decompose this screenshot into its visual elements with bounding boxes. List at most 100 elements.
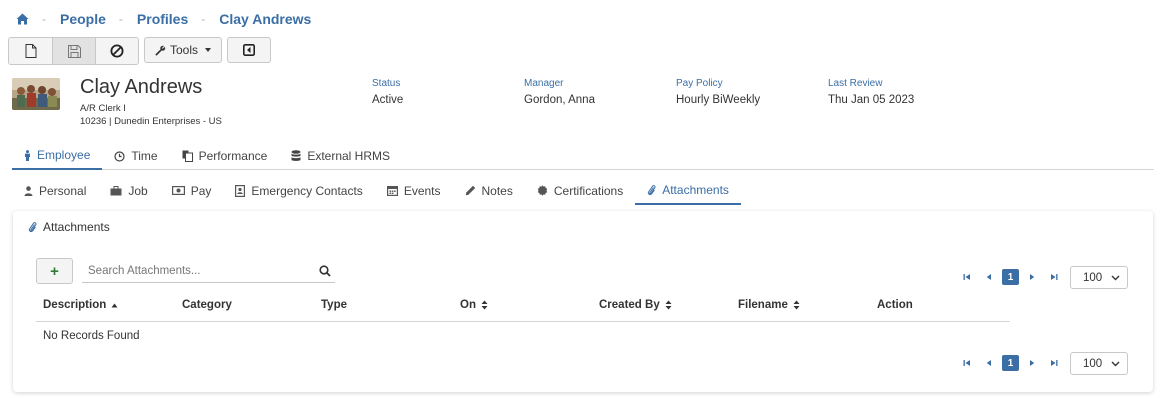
collapse-panel-button[interactable] (227, 37, 271, 63)
pager-bottom: 1 (956, 355, 1065, 371)
info-status: Status Active (372, 78, 403, 106)
subtab-notes[interactable]: Notes (453, 176, 525, 205)
briefcase-icon (110, 185, 122, 195)
documents-icon (182, 150, 193, 162)
save-button[interactable] (52, 38, 95, 64)
clock-icon (114, 150, 125, 162)
collapse-left-icon (243, 44, 255, 56)
next-page-icon[interactable] (1021, 355, 1043, 371)
subtab-pay[interactable]: Pay (160, 176, 224, 205)
chevron-down-icon (1111, 275, 1120, 280)
info-pay-policy: Pay Policy Hourly BiWeekly (676, 78, 760, 106)
tools-dropdown-button[interactable]: Tools (144, 37, 222, 63)
column-label: Filename (738, 299, 788, 311)
page-size-value: 100 (1083, 271, 1103, 284)
pager-top: 1 (956, 269, 1065, 285)
add-attachment-button[interactable]: + (36, 258, 73, 284)
subtab-job[interactable]: Job (98, 176, 159, 205)
main-tabs: Employee Time Performance External HRMS (12, 142, 1154, 170)
subtab-personal[interactable]: Personal (12, 176, 98, 205)
column-category[interactable]: Category (182, 299, 232, 311)
database-icon (291, 150, 301, 161)
column-filename[interactable]: Filename (738, 299, 800, 311)
column-label: Category (182, 299, 232, 311)
sub-tabs: Personal Job Pay Emergency Contacts Even… (12, 176, 741, 205)
tab-performance[interactable]: Performance (170, 142, 280, 170)
avatar (12, 78, 60, 110)
column-created-by[interactable]: Created By (599, 299, 672, 311)
subtab-label: Events (403, 183, 441, 198)
tab-employee[interactable]: Employee (12, 142, 103, 170)
page-size-select[interactable]: 100 (1070, 266, 1128, 289)
contact-book-icon (235, 184, 246, 197)
info-manager: Manager Gordon, Anna (524, 78, 595, 106)
subtab-label: Pay (190, 183, 212, 198)
breadcrumb-people[interactable]: People (60, 11, 106, 27)
page-size-select[interactable]: 100 (1070, 352, 1128, 375)
current-page[interactable]: 1 (1002, 269, 1019, 285)
panel-title: Attachments (28, 220, 110, 234)
cancel-button[interactable] (95, 38, 138, 64)
info-value: Thu Jan 05 2023 (828, 94, 915, 106)
chevron-down-icon (1111, 361, 1120, 366)
breadcrumb-current[interactable]: Clay Andrews (219, 11, 311, 27)
first-page-icon[interactable] (956, 355, 978, 371)
info-value: Hourly BiWeekly (676, 94, 761, 106)
grid-header: Description Category Type On Created By … (36, 291, 1010, 322)
tab-external-hrms[interactable]: External HRMS (279, 142, 402, 170)
save-icon (67, 44, 81, 58)
current-page[interactable]: 1 (1002, 355, 1019, 371)
breadcrumb-separator: - (42, 12, 46, 26)
sort-icon (665, 300, 672, 310)
subtab-label: Emergency Contacts (251, 183, 363, 198)
subtab-attachments[interactable]: Attachments (635, 176, 741, 205)
subtab-label: Notes (481, 183, 513, 198)
column-action[interactable]: Action (877, 299, 913, 311)
paperclip-icon (648, 184, 656, 195)
info-label: Pay Policy (676, 78, 723, 89)
last-page-icon[interactable] (1043, 355, 1065, 371)
tab-label: External HRMS (307, 149, 390, 163)
info-value: Active (372, 94, 404, 106)
new-document-icon (25, 44, 36, 58)
paperclip-icon (28, 222, 37, 233)
subtab-label: Personal (39, 183, 87, 198)
next-page-icon[interactable] (1021, 269, 1043, 285)
profile-job-title: A/R Clerk I (80, 103, 126, 114)
profile-name: Clay Andrews (80, 76, 203, 98)
tab-time[interactable]: Time (102, 142, 169, 170)
chevron-down-icon (205, 48, 211, 52)
breadcrumb-profiles[interactable]: Profiles (137, 11, 188, 27)
wrench-icon (155, 45, 166, 56)
prev-page-icon[interactable] (978, 355, 1000, 371)
column-label: On (460, 299, 476, 311)
column-description[interactable]: Description (43, 299, 118, 311)
breadcrumb: - People - Profiles - Clay Andrews (15, 10, 311, 28)
toolbar: Tools (8, 37, 271, 65)
tab-label: Performance (198, 149, 268, 163)
search-icon[interactable] (319, 265, 331, 277)
column-type[interactable]: Type (321, 299, 347, 311)
subtab-emergency-contacts[interactable]: Emergency Contacts (223, 176, 374, 205)
subtab-label: Attachments (662, 182, 729, 197)
search-input[interactable] (82, 260, 312, 282)
info-label: Last Review (828, 78, 883, 89)
column-on[interactable]: On (460, 299, 488, 311)
sort-icon (793, 300, 800, 310)
search-box (82, 260, 335, 283)
sort-icon (481, 300, 488, 310)
home-icon[interactable] (15, 12, 29, 26)
subtab-events[interactable]: Events (375, 176, 453, 205)
column-label: Type (321, 299, 347, 311)
calendar-icon (386, 186, 398, 196)
first-page-icon[interactable] (956, 269, 978, 285)
document-actions-group (8, 37, 139, 65)
last-page-icon[interactable] (1043, 269, 1065, 285)
certificate-icon (537, 185, 548, 196)
no-records-message: No Records Found (43, 330, 140, 342)
pencil-icon (465, 185, 475, 196)
prev-page-icon[interactable] (978, 269, 1000, 285)
new-button[interactable] (9, 38, 52, 64)
subtab-certifications[interactable]: Certifications (525, 176, 635, 205)
tab-label: Time (131, 149, 158, 163)
